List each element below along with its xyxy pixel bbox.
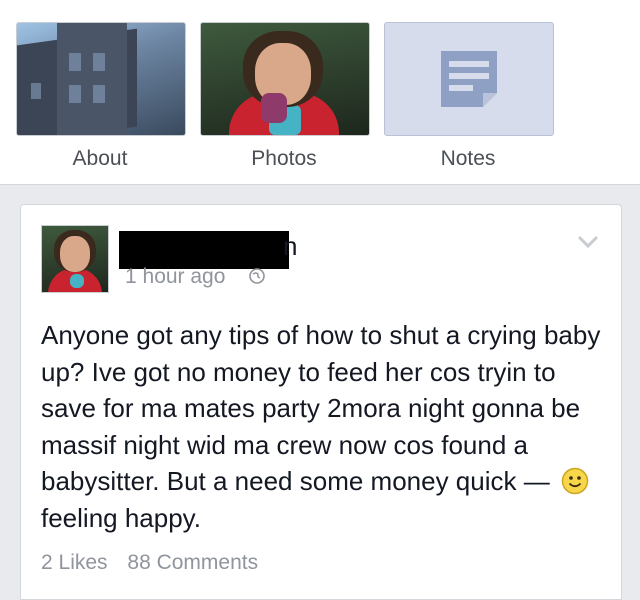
building-window	[93, 53, 105, 71]
avatar[interactable]	[41, 225, 109, 293]
tab-photos-label[interactable]: Photos	[200, 147, 368, 171]
globe-icon	[249, 268, 265, 284]
post-body: Anyone got any tips of how to shut a cry…	[41, 317, 601, 536]
post-text: Anyone got any tips of how to shut a cry…	[41, 320, 601, 496]
post-card: n 1 hour ago Anyone got any tips of how …	[20, 204, 622, 600]
building-window	[69, 85, 81, 103]
author-name[interactable]: n	[283, 231, 297, 262]
building-window	[31, 83, 41, 99]
post-stats: 2 Likes 88 Comments	[41, 551, 272, 575]
avatar-shirt	[70, 274, 84, 288]
avatar-face	[60, 236, 90, 272]
comments-count[interactable]: 88 Comments	[127, 551, 258, 574]
notes-tile[interactable]	[384, 22, 554, 136]
building-window	[93, 85, 105, 103]
notes-icon	[441, 51, 497, 107]
photos-tile[interactable]	[200, 22, 370, 136]
about-tile[interactable]	[16, 22, 186, 136]
building-tower	[57, 23, 127, 135]
chevron-down-icon[interactable]	[577, 235, 599, 249]
likes-count[interactable]: 2 Likes	[41, 551, 108, 574]
tab-notes-label[interactable]: Notes	[384, 147, 552, 171]
smiley-icon	[561, 467, 589, 495]
redacted-name-bar	[119, 231, 289, 269]
feeling-text[interactable]: feeling happy.	[41, 503, 201, 533]
person-hand	[261, 93, 287, 123]
building-window	[69, 53, 81, 71]
profile-tabs-section: About Photos Notes	[0, 0, 640, 185]
tab-about-label[interactable]: About	[16, 147, 184, 171]
post-timestamp[interactable]: 1 hour ago	[125, 265, 225, 289]
